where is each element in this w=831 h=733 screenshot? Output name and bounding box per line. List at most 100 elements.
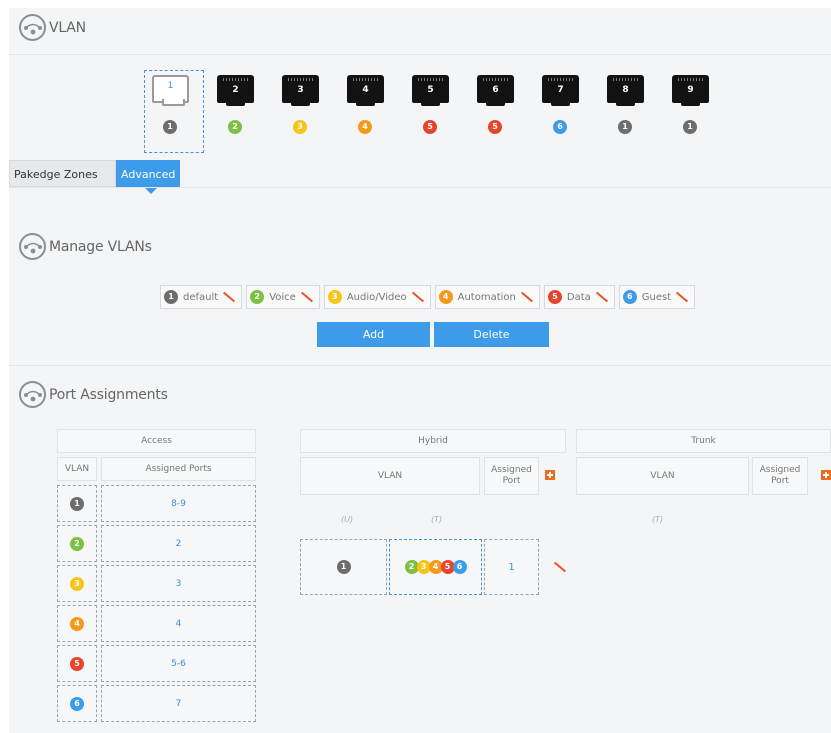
vlan-badge: 3 [70,576,84,591]
vlan-chip-list: 1 default 2 Voice 3 Audio/Video 4 Automation 5 Da… [160,285,696,309]
vlan-badge: 1 [336,560,351,574]
vlan-badge: 6 [70,696,84,711]
hybrid-add-plus-icon[interactable] [545,470,555,480]
table-row-ports[interactable]: 2 [101,525,256,562]
port-number: 4 [362,85,369,95]
hybrid-header: Hybrid [300,429,566,453]
port-pins [678,78,703,81]
trunk-col-port: Assigned Port [752,457,808,495]
edit-pencil-icon[interactable] [552,562,566,572]
delete-button[interactable]: Delete [434,322,549,347]
access-col-ports: Assigned Ports [101,457,256,481]
vlan-badge: 4 [438,290,453,304]
port-number: 5 [427,85,434,95]
table-row-vlan[interactable]: 5 [57,645,97,682]
port-6[interactable]: 6 [477,75,514,106]
port-5[interactable]: 5 [412,75,449,106]
port-number: 8 [622,85,629,95]
table-row-vlan[interactable]: 4 [57,605,97,642]
hybrid-port-cell[interactable]: 1 [484,539,539,595]
table-row-ports[interactable]: 8-9 [101,485,256,522]
edit-pencil-icon[interactable] [519,292,533,302]
edit-pencil-icon[interactable] [410,292,424,302]
access-col-vlan: VLAN [57,457,97,481]
port-vlan-badge: 4 [358,120,372,134]
table-row-vlan[interactable]: 3 [57,565,97,602]
access-header: Access [57,429,256,453]
vlan-chip-guest[interactable]: 6 Guest [618,285,696,309]
vlan-name: Data [566,291,591,303]
vlan-chip-voice[interactable]: 2 Voice [246,285,320,309]
port-vlan-badge: 5 [488,120,502,134]
vlan-chip-audio-video[interactable]: 3 Audio/Video [323,285,431,309]
trunk-add-plus-icon[interactable] [821,470,831,480]
vlan-badge: 6 [622,290,637,304]
vlan-chip-data[interactable]: 5 Data [543,285,615,309]
vlan-page: VLAN 112233445565768191 Pakedge Zones Ad… [9,8,831,733]
manage-vlans-title: Manage VLANs [49,238,152,255]
port-assignments-header: Port Assignments [19,381,168,408]
vlan-badge: 1 [164,290,178,304]
hybrid-tagged-cell[interactable]: 23456 [389,539,482,595]
port-2[interactable]: 2 [217,75,254,106]
tab-pakedge-zones[interactable]: Pakedge Zones [9,160,116,187]
port-number: 9 [687,85,694,95]
port-pins [288,78,313,81]
table-row-ports[interactable]: 4 [101,605,256,642]
port-vlan-badge: 1 [618,120,632,134]
network-icon [19,233,46,260]
vlan-badge: 1 [70,496,84,511]
port-number: 2 [232,85,239,95]
port-pins [548,78,573,81]
port-vlan-badge: 1 [683,120,697,134]
table-row-vlan[interactable]: 1 [57,485,97,522]
tab-bar: Pakedge Zones Advanced [9,160,180,194]
vlan-badge: 2 [250,290,265,304]
port-3[interactable]: 3 [282,75,319,106]
port-8[interactable]: 8 [607,75,644,106]
edit-pencil-icon[interactable] [674,292,688,302]
vlan-header: VLAN [19,14,86,41]
table-row-ports[interactable]: 3 [101,565,256,602]
hybrid-col-port: Assigned Port [484,457,539,495]
table-row-vlan[interactable]: 6 [57,685,97,722]
port-pins [613,78,638,81]
trunk-header: Trunk [576,429,831,453]
port-vlan-badge: 5 [423,120,437,134]
hybrid-untagged-cell[interactable]: 1 [300,539,387,595]
table-row-vlan[interactable]: 2 [57,525,97,562]
port-pins [483,78,508,81]
port-assignments-title: Port Assignments [49,386,168,403]
port-number: 6 [492,85,499,95]
manage-vlans-header: Manage VLANs [19,233,152,260]
vlan-badge: 5 [70,656,84,671]
add-button[interactable]: Add [317,322,430,347]
port-number: 7 [557,85,564,95]
table-row-ports[interactable]: 5-6 [101,645,256,682]
edit-pencil-icon[interactable] [299,292,313,302]
port-9[interactable]: 9 [672,75,709,106]
port-7[interactable]: 7 [542,75,579,106]
vlan-badge: 2 [70,536,84,551]
network-icon [19,381,46,408]
port-1[interactable]: 1 [152,75,189,106]
vlan-chip-default[interactable]: 1 default [160,285,243,309]
port-pins [418,78,443,81]
vlan-chip-automation[interactable]: 4 Automation [434,285,540,309]
network-icon [19,14,46,41]
edit-pencil-icon[interactable] [594,292,608,302]
vlan-name: Guest [641,291,672,303]
port-number: 1 [167,81,174,91]
vlan-name: default [183,291,219,303]
hybrid-col-vlan: VLAN [300,457,480,495]
table-row-ports[interactable]: 7 [101,685,256,722]
port-pins [223,78,248,81]
port-vlan-badge: 3 [293,120,307,134]
vlan-badge: 4 [70,616,84,631]
port-4[interactable]: 4 [347,75,384,106]
trunk-tagged-label: (T) [652,515,664,524]
tab-advanced[interactable]: Advanced [116,160,180,194]
vlan-name: Automation [457,291,516,303]
edit-pencil-icon[interactable] [221,292,235,302]
port-number: 3 [297,85,304,95]
